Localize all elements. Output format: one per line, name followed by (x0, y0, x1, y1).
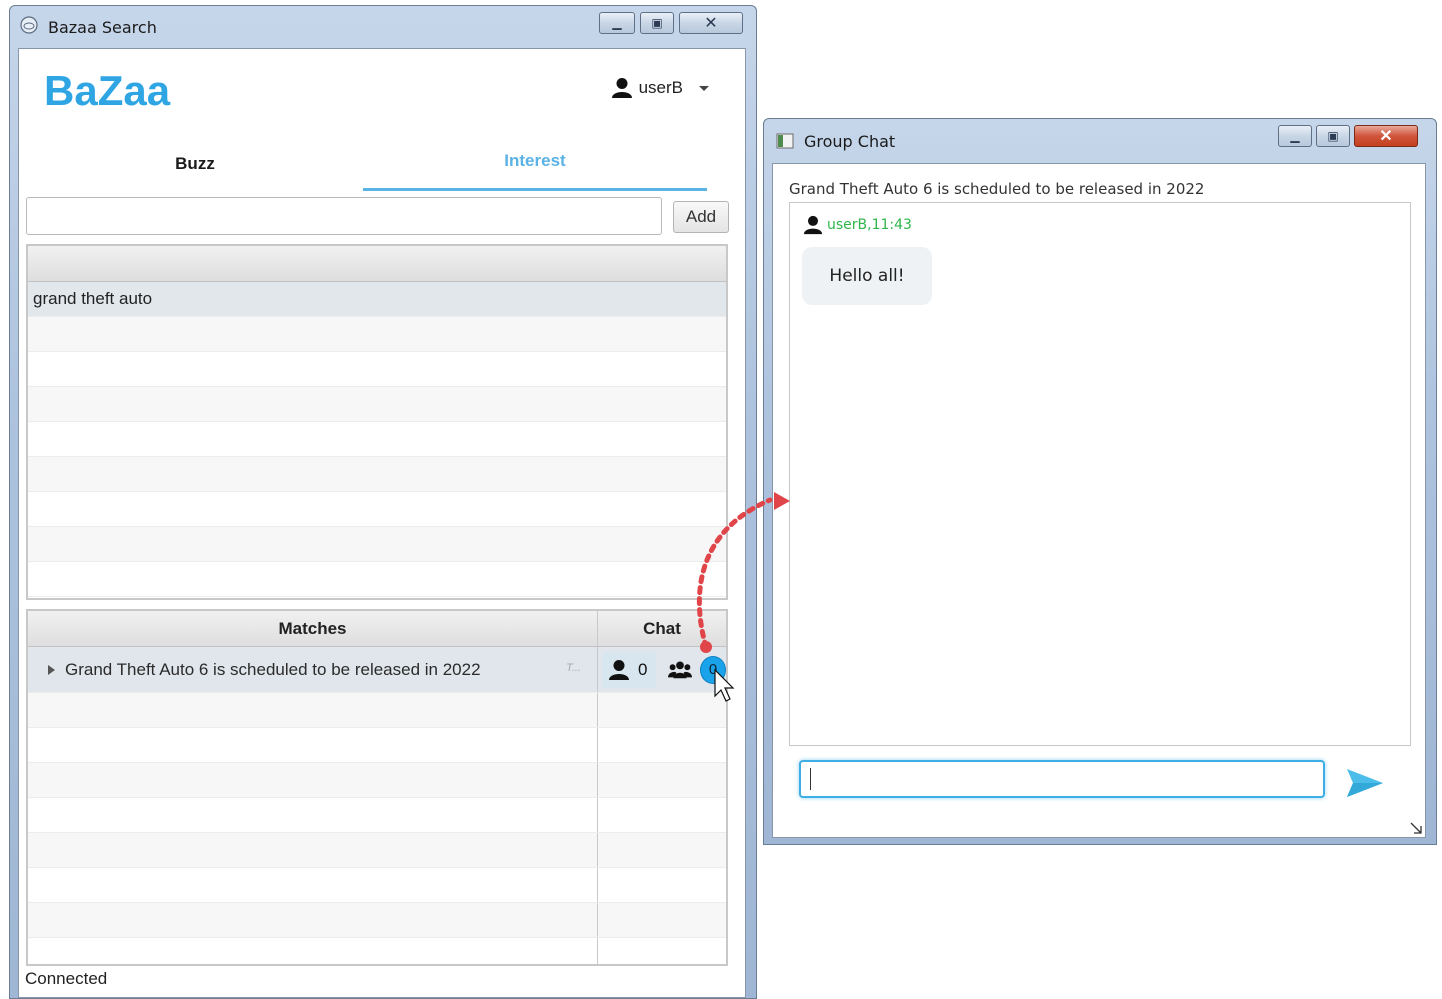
chat-cell (598, 833, 726, 867)
maximize-button[interactable]: ▣ (640, 12, 674, 34)
match-row[interactable] (28, 868, 726, 903)
match-text: Grand Theft Auto 6 is scheduled to be re… (65, 659, 481, 679)
group-chat-button[interactable]: 0 (666, 652, 726, 688)
match-cell (28, 798, 598, 832)
minimize-button[interactable]: ▁ (1278, 125, 1312, 147)
group-chat-client-area: Grand Theft Auto 6 is scheduled to be re… (772, 163, 1426, 838)
interest-input[interactable] (26, 197, 662, 235)
matches-table-header: Matches Chat (28, 611, 726, 647)
text-cursor (810, 768, 811, 790)
match-row[interactable] (28, 693, 726, 728)
bazaa-titlebar[interactable]: Bazaa Search ▁ ▣ ✕ (10, 6, 756, 46)
user-icon (803, 215, 823, 235)
bazaa-logo: BaZaa (44, 67, 171, 114)
interest-row[interactable]: grand theft auto (28, 282, 726, 317)
resize-grip-icon[interactable] (1409, 821, 1423, 835)
minimize-button[interactable]: ▁ (599, 12, 635, 34)
interest-row[interactable] (28, 492, 726, 527)
chat-topic: Grand Theft Auto 6 is scheduled to be re… (789, 180, 1205, 198)
close-icon: ✕ (704, 15, 718, 32)
match-cell (28, 833, 598, 867)
tab-interest[interactable]: Interest (363, 151, 707, 191)
match-row[interactable] (28, 903, 726, 938)
tab-buzz[interactable]: Buzz (25, 154, 365, 194)
chat-column-header[interactable]: Chat (598, 611, 726, 646)
interest-table-header (28, 246, 726, 282)
single-chat-button[interactable]: 0 (602, 651, 656, 688)
match-cell (28, 938, 598, 964)
add-button[interactable]: Add (673, 201, 729, 233)
group-chat-window: Group Chat ▁ ▣ ✕ Grand Theft Auto 6 is s… (763, 118, 1437, 845)
match-row[interactable] (28, 763, 726, 798)
connection-status: Connected (25, 969, 108, 988)
group-chat-titlebar[interactable]: Group Chat ▁ ▣ ✕ (764, 119, 1436, 159)
interest-rows: grand theft auto (28, 282, 726, 597)
interest-row[interactable] (28, 457, 726, 492)
chat-cell (598, 938, 726, 964)
maximize-icon: ▣ (1327, 129, 1339, 143)
interest-row[interactable] (28, 387, 726, 422)
interest-row[interactable] (28, 422, 726, 457)
chat-cell (598, 763, 726, 797)
matches-table: Matches Chat Grand Theft Auto 6 is sched… (26, 609, 728, 966)
match-cell: Grand Theft Auto 6 is scheduled to be re… (28, 647, 598, 692)
interest-row[interactable] (28, 317, 726, 352)
match-row[interactable] (28, 798, 726, 833)
match-truncated-text: T... (566, 662, 581, 674)
matches-column-header[interactable]: Matches (28, 611, 598, 646)
close-icon: ✕ (1379, 128, 1393, 145)
single-chat-count: 0 (638, 659, 648, 679)
maximize-button[interactable]: ▣ (1316, 125, 1350, 147)
message-panel: userB,11:43 Hello all! (789, 202, 1411, 746)
chat-cell (598, 903, 726, 937)
bazaa-client-area: BaZaa userB Buzz Interest Add grand thef… (18, 48, 746, 998)
match-cell (28, 763, 598, 797)
chevron-down-icon (699, 85, 709, 91)
match-row[interactable]: Grand Theft Auto 6 is scheduled to be re… (28, 647, 726, 693)
interest-text: grand theft auto (33, 289, 153, 308)
close-button[interactable]: ✕ (1354, 125, 1418, 147)
interest-row[interactable] (28, 352, 726, 387)
message-sender: userB,11:43 (802, 215, 912, 235)
expand-arrow-icon[interactable] (48, 664, 55, 675)
window-icon (776, 133, 794, 149)
chat-cell (598, 798, 726, 832)
bazaa-search-window: Bazaa Search ▁ ▣ ✕ BaZaa userB Buzz Inte… (9, 5, 757, 999)
minimize-icon: ▁ (612, 16, 622, 30)
user-menu[interactable]: userB (611, 77, 709, 99)
interest-row[interactable] (28, 527, 726, 562)
message-bubble: Hello all! (802, 247, 932, 305)
match-cell (28, 868, 598, 902)
chat-cell (598, 693, 726, 727)
send-icon (1347, 769, 1383, 797)
chat-cell: 0 0 (598, 647, 726, 692)
minimize-icon: ▁ (1290, 129, 1300, 143)
match-cell (28, 728, 598, 762)
user-icon (609, 659, 629, 680)
match-cell (28, 693, 598, 727)
interest-row[interactable] (28, 562, 726, 597)
username-label: userB (638, 78, 683, 97)
window-title: Bazaa Search (48, 18, 157, 37)
user-icon (611, 78, 632, 98)
match-row[interactable] (28, 833, 726, 868)
app-icon (20, 16, 38, 34)
match-cell (28, 903, 598, 937)
group-icon (668, 661, 692, 678)
send-button[interactable] (1343, 764, 1387, 802)
group-chat-count: 0 (700, 655, 726, 684)
match-row[interactable] (28, 938, 726, 964)
sender-label: userB,11:43 (827, 217, 912, 233)
match-row[interactable] (28, 728, 726, 763)
close-button[interactable]: ✕ (679, 12, 743, 34)
chat-cell (598, 868, 726, 902)
interest-table: grand theft auto (26, 244, 728, 600)
chat-cell (598, 728, 726, 762)
maximize-icon: ▣ (651, 16, 663, 30)
chat-message-input[interactable] (799, 760, 1325, 798)
window-title: Group Chat (804, 132, 896, 151)
